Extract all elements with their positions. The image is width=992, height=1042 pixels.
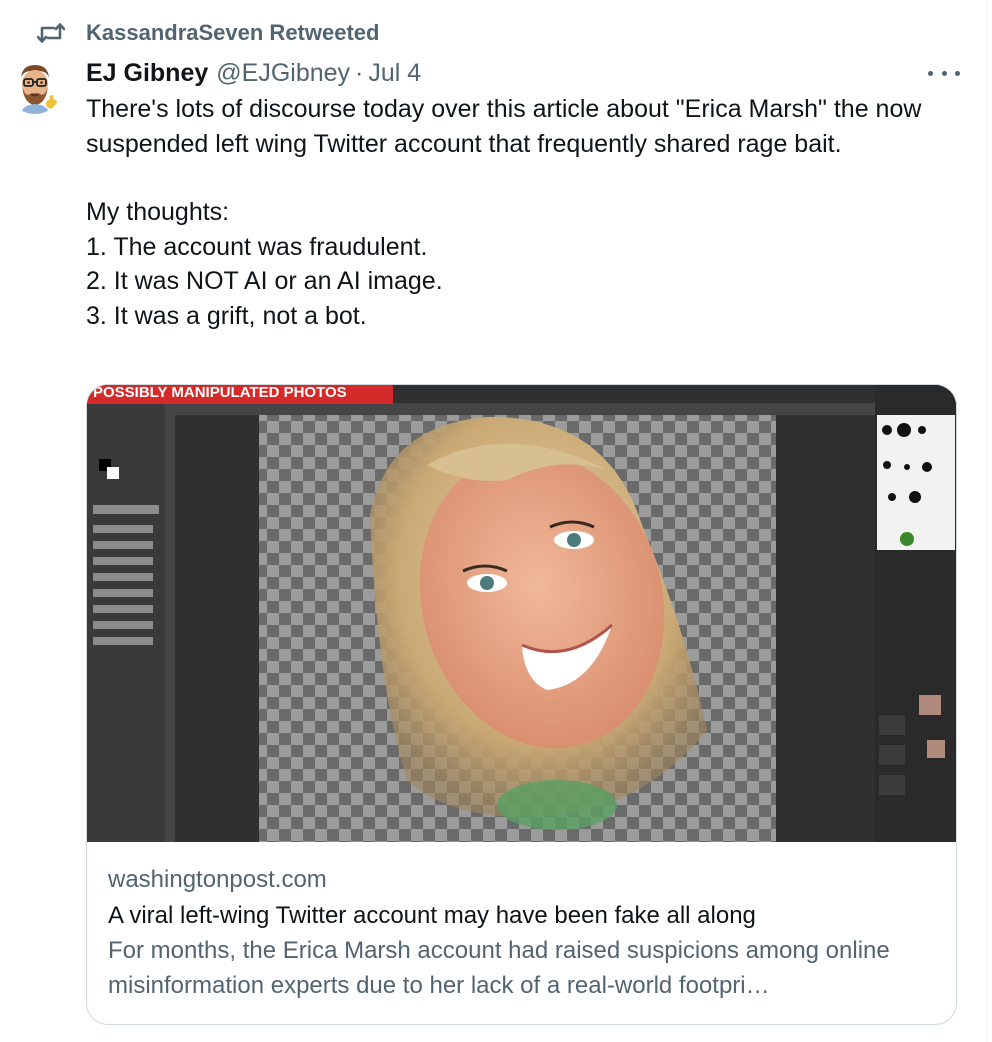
tweet-list-item: 3. It was a grift, not a bot. — [86, 301, 367, 330]
tweet-list-item: 1. The account was fraudulent. — [86, 232, 428, 261]
timeline-border — [987, 0, 988, 1042]
memoji-avatar[interactable] — [8, 60, 62, 114]
card-domain: washingtonpost.com — [108, 866, 327, 893]
retweeted-by-label: KassandraSeven Retweeted — [86, 20, 380, 45]
card-image[interactable]: POSSIBLY MANIPULATED PHOTOS — [87, 385, 956, 842]
tweet-header: EJ Gibney @EJGibney · Jul 4 — [86, 56, 421, 90]
tweet-list-item: 2. It was NOT AI or an AI image. — [86, 267, 443, 295]
tweet-paragraph: My thoughts: — [86, 198, 230, 226]
more-icon[interactable] — [928, 60, 960, 86]
author-display-name[interactable]: EJ Gibney — [86, 56, 208, 90]
tweet-body: There's lots of discourse today over thi… — [86, 92, 946, 333]
retweet-context[interactable]: KassandraSeven Retweeted — [36, 18, 379, 48]
card-title: A viral left-wing Twitter account may ha… — [108, 902, 756, 929]
retweet-icon — [36, 18, 66, 48]
author-handle[interactable]: @EJGibney — [216, 56, 350, 90]
link-preview-card[interactable]: POSSIBLY MANIPULATED PHOTOS washingtonpo… — [86, 384, 957, 1025]
banner-label: POSSIBLY MANIPULATED PHOTOS — [93, 385, 347, 401]
card-meta: washingtonpost.com A viral left-wing Twi… — [108, 863, 938, 1003]
tweet-paragraph: There's lots of discourse today over thi… — [86, 95, 922, 158]
card-description: For months, the Erica Marsh account had … — [108, 937, 890, 999]
header-separator: · — [355, 59, 364, 87]
tweet-date[interactable]: Jul 4 — [368, 56, 421, 90]
